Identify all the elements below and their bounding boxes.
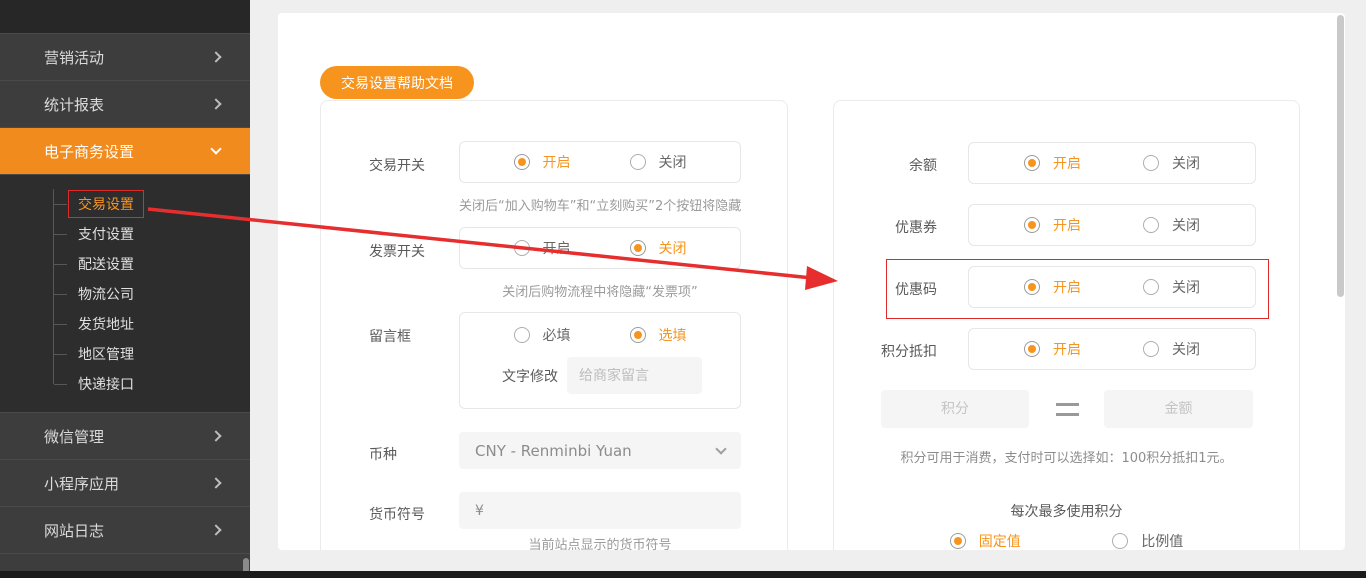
- radio-off-icon: [513, 327, 530, 343]
- chevron-right-icon: [210, 477, 222, 489]
- radio-on-icon: [629, 327, 646, 343]
- points-deduction-off-option[interactable]: 关闭: [1143, 339, 1200, 359]
- radio-on-icon: [1024, 341, 1040, 357]
- invoice-switch-group: 开启 关闭: [459, 227, 741, 269]
- sidebar-item-site-logs[interactable]: 网站日志: [0, 506, 250, 553]
- chevron-right-icon: [210, 430, 222, 442]
- promo-code-off-option[interactable]: 关闭: [1143, 277, 1200, 297]
- submenu-item-logistics-company[interactable]: 物流公司: [0, 279, 250, 309]
- equals-icon: [1056, 403, 1079, 416]
- sidebar: 营销活动 统计报表 电子商务设置 交易设置 支付设置 配送设置 物流公司 发货地…: [0, 0, 250, 578]
- submenu-item-delivery-settings[interactable]: 配送设置: [0, 249, 250, 279]
- coupon-off-option[interactable]: 关闭: [1143, 215, 1200, 235]
- currency-select-value: CNY - Renminbi Yuan: [475, 441, 632, 460]
- points-rate-note: 积分可用于消费，支付时可以选择如：100积分抵扣1元。: [900, 451, 1233, 466]
- sidebar-item-label: 微信管理: [44, 427, 105, 446]
- radio-off-icon: [1143, 279, 1159, 295]
- message-box-group: 必填 选填 文字修改: [459, 312, 741, 409]
- invoice-switch-note: 关闭后购物流程中将隐藏“发票项”: [502, 285, 698, 300]
- trade-switch-off-option[interactable]: 关闭: [629, 152, 687, 172]
- invoice-switch-off-option[interactable]: 关闭: [629, 238, 687, 258]
- balance-off-option[interactable]: 关闭: [1143, 153, 1200, 173]
- invoice-switch-label: 发票开关: [369, 244, 425, 260]
- trade-settings-card: 交易开关 开启 关闭 关闭后“加入购物车”和“立刻购买”2个按钮将隐藏 发票开关…: [320, 100, 788, 550]
- trade-switch-on-option[interactable]: 开启: [513, 152, 571, 172]
- sidebar-item-ecommerce-settings[interactable]: 电子商务设置: [0, 127, 250, 174]
- text-edit-label: 文字修改: [502, 368, 558, 385]
- sidebar-item-marketing[interactable]: 营销活动: [0, 33, 250, 80]
- radio-off-icon: [1143, 217, 1159, 233]
- trade-switch-note: 关闭后“加入购物车”和“立刻购买”2个按钮将隐藏: [459, 199, 742, 214]
- radio-off-icon: [1112, 533, 1129, 549]
- promo-settings-card: 余额 开启 关闭 优惠券 开启 关闭 优惠码 开启 关闭 积分抵扣 开启 关闭 …: [833, 100, 1300, 550]
- sidebar-item-reports[interactable]: 统计报表: [0, 80, 250, 127]
- submenu-item-payment-settings[interactable]: 支付设置: [0, 219, 250, 249]
- radio-on-icon: [949, 533, 966, 549]
- currency-label: 币种: [369, 447, 397, 463]
- message-optional-option[interactable]: 选填: [629, 325, 687, 345]
- message-text-input[interactable]: [567, 357, 702, 394]
- balance-group: 开启 关闭: [968, 142, 1256, 184]
- radio-off-icon: [1143, 341, 1159, 357]
- sidebar-item-label: 统计报表: [44, 95, 105, 114]
- submenu-item-shipping-address[interactable]: 发货地址: [0, 309, 250, 339]
- currency-symbol-label: 货币符号: [369, 507, 425, 523]
- currency-select[interactable]: CNY - Renminbi Yuan: [459, 432, 741, 469]
- chevron-down-icon: [210, 143, 222, 155]
- sidebar-header: [0, 0, 250, 33]
- points-input[interactable]: [881, 390, 1029, 428]
- trade-switch-label: 交易开关: [369, 158, 425, 174]
- coupon-on-option[interactable]: 开启: [1024, 215, 1081, 235]
- max-points-group: 固定值 比例值: [834, 531, 1299, 550]
- points-deduction-on-option[interactable]: 开启: [1024, 339, 1081, 359]
- chevron-right-icon: [210, 51, 222, 63]
- settings-panel: 交易设置帮助文档 交易开关 开启 关闭 关闭后“加入购物车”和“立刻购买”2个按…: [278, 13, 1345, 550]
- sidebar-item-label: 小程序应用: [44, 474, 120, 493]
- submenu-item-region-management[interactable]: 地区管理: [0, 339, 250, 369]
- radio-off-icon: [629, 154, 646, 170]
- max-points-heading: 每次最多使用积分: [1010, 504, 1123, 520]
- currency-symbol-note: 当前站点显示的货币符号: [528, 538, 672, 550]
- sidebar-item-label: 营销活动: [44, 48, 105, 67]
- promo-code-label: 优惠码: [895, 282, 937, 298]
- radio-on-icon: [513, 154, 530, 170]
- sidebar-item-label: 电子商务设置: [44, 142, 135, 161]
- ratio-value-option[interactable]: 比例值: [1112, 531, 1183, 550]
- help-doc-button[interactable]: 交易设置帮助文档: [320, 66, 474, 99]
- coupon-group: 开启 关闭: [968, 204, 1256, 246]
- currency-symbol-input[interactable]: [459, 492, 741, 529]
- ecommerce-submenu: 交易设置 支付设置 配送设置 物流公司 发货地址 地区管理 快递接口: [0, 174, 250, 412]
- chevron-right-icon: [210, 524, 222, 536]
- radio-on-icon: [1024, 155, 1040, 171]
- trade-switch-group: 开启 关闭: [459, 141, 741, 183]
- radio-on-icon: [1024, 217, 1040, 233]
- promo-code-group: 开启 关闭: [968, 266, 1256, 308]
- fixed-value-option[interactable]: 固定值: [949, 531, 1021, 550]
- chevron-down-icon: [715, 442, 727, 455]
- balance-on-option[interactable]: 开启: [1024, 153, 1081, 173]
- message-box-label: 留言框: [369, 329, 411, 345]
- panel-scrollbar-thumb[interactable]: [1337, 15, 1344, 297]
- points-deduction-group: 开启 关闭: [968, 328, 1256, 370]
- bottom-edge-bar: [0, 571, 1366, 578]
- radio-off-icon: [1143, 155, 1159, 171]
- message-required-option[interactable]: 必填: [513, 325, 571, 345]
- balance-label: 余额: [909, 158, 937, 174]
- sidebar-item-miniprogram[interactable]: 小程序应用: [0, 459, 250, 506]
- sidebar-item-label: 网站日志: [44, 521, 105, 540]
- radio-on-icon: [1024, 279, 1040, 295]
- radio-on-icon: [629, 240, 646, 256]
- submenu-item-trade-settings[interactable]: 交易设置: [0, 189, 250, 219]
- submenu-item-express-api[interactable]: 快递接口: [0, 369, 250, 399]
- sidebar-item-wechat[interactable]: 微信管理: [0, 412, 250, 459]
- chevron-right-icon: [210, 98, 222, 110]
- radio-off-icon: [513, 240, 530, 256]
- annotation-red-box: 交易设置: [68, 190, 144, 218]
- points-deduction-label: 积分抵扣: [881, 344, 937, 360]
- amount-input[interactable]: [1104, 390, 1253, 428]
- invoice-switch-on-option[interactable]: 开启: [513, 238, 571, 258]
- promo-code-on-option[interactable]: 开启: [1024, 277, 1081, 297]
- coupon-label: 优惠券: [895, 220, 937, 236]
